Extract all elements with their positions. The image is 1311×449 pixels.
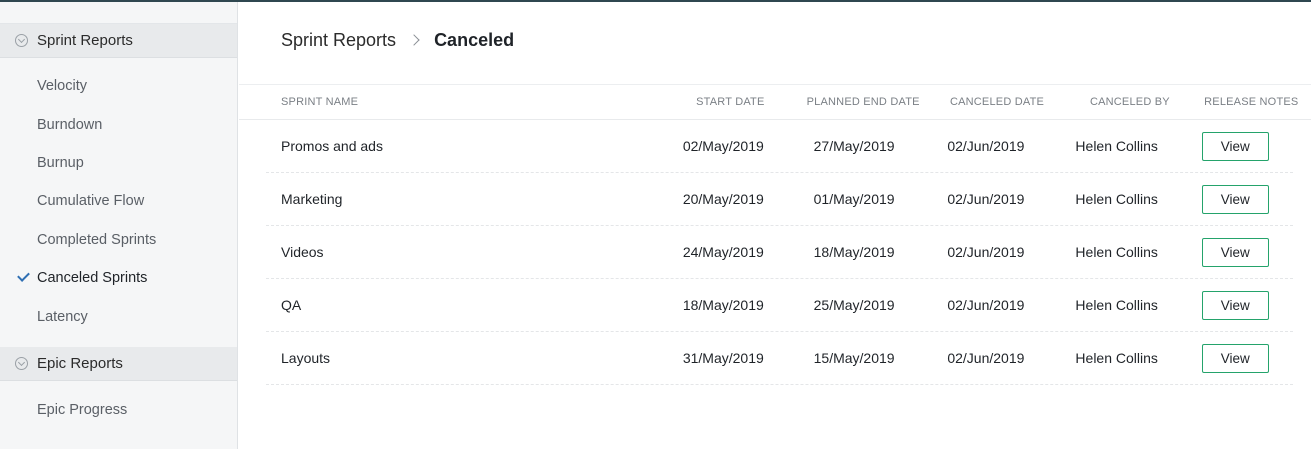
sidebar-item-velocity[interactable]: Velocity (0, 67, 237, 105)
planned-end-date: 15/May/2019 (813, 350, 895, 366)
sidebar-top-spacer (0, 2, 237, 24)
check-icon (17, 269, 30, 282)
table-header: SPRINT NAME START DATE PLANNED END DATE … (239, 85, 1311, 120)
sidebar-list-epic-reports: Epic Progress (0, 381, 237, 429)
view-release-notes-button[interactable]: View (1201, 290, 1269, 320)
column-header-canceled-by: CANCELED BY (1089, 96, 1170, 108)
release-notes-cell: View (1177, 290, 1293, 320)
planned-end-date: 27/May/2019 (813, 138, 895, 154)
sprint-name: Videos (281, 244, 324, 260)
sprint-name: QA (281, 297, 302, 313)
column-header-sprint-name: SPRINT NAME (281, 96, 359, 108)
canceled-by: Helen Collins (1075, 191, 1158, 207)
canceled-by: Helen Collins (1075, 350, 1158, 366)
release-notes-cell: View (1177, 184, 1293, 214)
release-notes-cell: View (1177, 237, 1293, 267)
canceled-date: 02/Jun/2019 (947, 138, 1025, 154)
breadcrumb-parent-link[interactable]: Sprint Reports (281, 30, 396, 51)
table-row: Marketing 20/May/2019 01/May/2019 02/Jun… (266, 173, 1293, 226)
sidebar-item-canceled-sprints[interactable]: Canceled Sprints (0, 259, 237, 297)
sidebar-group-epic-reports[interactable]: Epic Reports (0, 346, 237, 381)
view-release-notes-button[interactable]: View (1201, 237, 1269, 267)
view-release-notes-button[interactable]: View (1201, 184, 1269, 214)
sidebar-list-sprint-reports: Velocity Burndown Burnup Cumulative Flow… (0, 58, 237, 336)
sidebar-item-completed-sprints[interactable]: Completed Sprints (0, 221, 237, 259)
column-header-planned-end-date: PLANNED END DATE (806, 96, 920, 108)
chevron-down-icon (15, 34, 28, 47)
sidebar-item-label: Epic Progress (37, 401, 128, 418)
breadcrumb: Sprint Reports Canceled (239, 2, 1311, 85)
sidebar-item-latency[interactable]: Latency (0, 297, 237, 335)
sprint-name: Layouts (281, 350, 331, 366)
column-header-release-notes: RELEASE NOTES (1204, 96, 1299, 108)
canceled-date: 02/Jun/2019 (947, 244, 1025, 260)
sidebar: Sprint Reports Velocity Burndown Burnup … (0, 2, 238, 449)
canceled-date: 02/Jun/2019 (947, 350, 1025, 366)
page-title: Canceled (434, 29, 515, 50)
chevron-down-icon (15, 356, 28, 370)
planned-end-date: 01/May/2019 (813, 191, 895, 207)
table-row: Videos 24/May/2019 18/May/2019 02/Jun/20… (266, 226, 1293, 279)
start-date: 31/May/2019 (682, 350, 764, 366)
sidebar-item-label: Burndown (37, 116, 103, 133)
sidebar-group-label: Sprint Reports (37, 32, 133, 49)
column-header-canceled-date: CANCELED DATE (949, 96, 1045, 108)
sidebar-item-burndown[interactable]: Burndown (0, 105, 237, 143)
table-row: Promos and ads 02/May/2019 27/May/2019 0… (266, 120, 1293, 173)
release-notes-cell: View (1177, 131, 1293, 161)
sidebar-item-cumulative-flow[interactable]: Cumulative Flow (0, 182, 237, 220)
canceled-date: 02/Jun/2019 (947, 191, 1025, 207)
sidebar-item-label: Completed Sprints (37, 231, 157, 248)
sidebar-item-epic-progress[interactable]: Epic Progress (0, 391, 237, 429)
main-content: Sprint Reports Canceled SPRINT NAME STAR… (239, 2, 1311, 449)
sidebar-item-label: Velocity (37, 78, 87, 95)
sidebar-item-burnup[interactable]: Burnup (0, 144, 237, 182)
start-date: 18/May/2019 (682, 297, 764, 313)
sidebar-group-sprint-reports[interactable]: Sprint Reports (0, 24, 237, 58)
table-row: Layouts 31/May/2019 15/May/2019 02/Jun/2… (266, 332, 1293, 385)
chevron-right-icon (408, 34, 420, 46)
canceled-by: Helen Collins (1075, 244, 1158, 260)
sprint-name: Marketing (281, 191, 343, 207)
view-release-notes-button[interactable]: View (1201, 343, 1269, 373)
start-date: 24/May/2019 (682, 244, 764, 260)
sidebar-item-label: Latency (37, 308, 88, 325)
start-date: 02/May/2019 (682, 138, 764, 154)
column-header-start-date: START DATE (696, 96, 765, 108)
canceled-by: Helen Collins (1075, 138, 1158, 154)
sidebar-group-label: Epic Reports (37, 354, 123, 372)
view-release-notes-button[interactable]: View (1201, 131, 1269, 161)
planned-end-date: 18/May/2019 (813, 244, 895, 260)
sidebar-item-label: Canceled Sprints (37, 270, 148, 287)
canceled-by: Helen Collins (1075, 297, 1158, 313)
planned-end-date: 25/May/2019 (813, 297, 895, 313)
release-notes-cell: View (1177, 343, 1293, 373)
canceled-date: 02/Jun/2019 (947, 297, 1025, 313)
sidebar-item-label: Burnup (37, 154, 84, 171)
start-date: 20/May/2019 (682, 191, 764, 207)
sprint-name: Promos and ads (281, 138, 383, 154)
table-row: QA 18/May/2019 25/May/2019 02/Jun/2019 H… (266, 279, 1293, 332)
sidebar-item-label: Cumulative Flow (37, 193, 145, 210)
